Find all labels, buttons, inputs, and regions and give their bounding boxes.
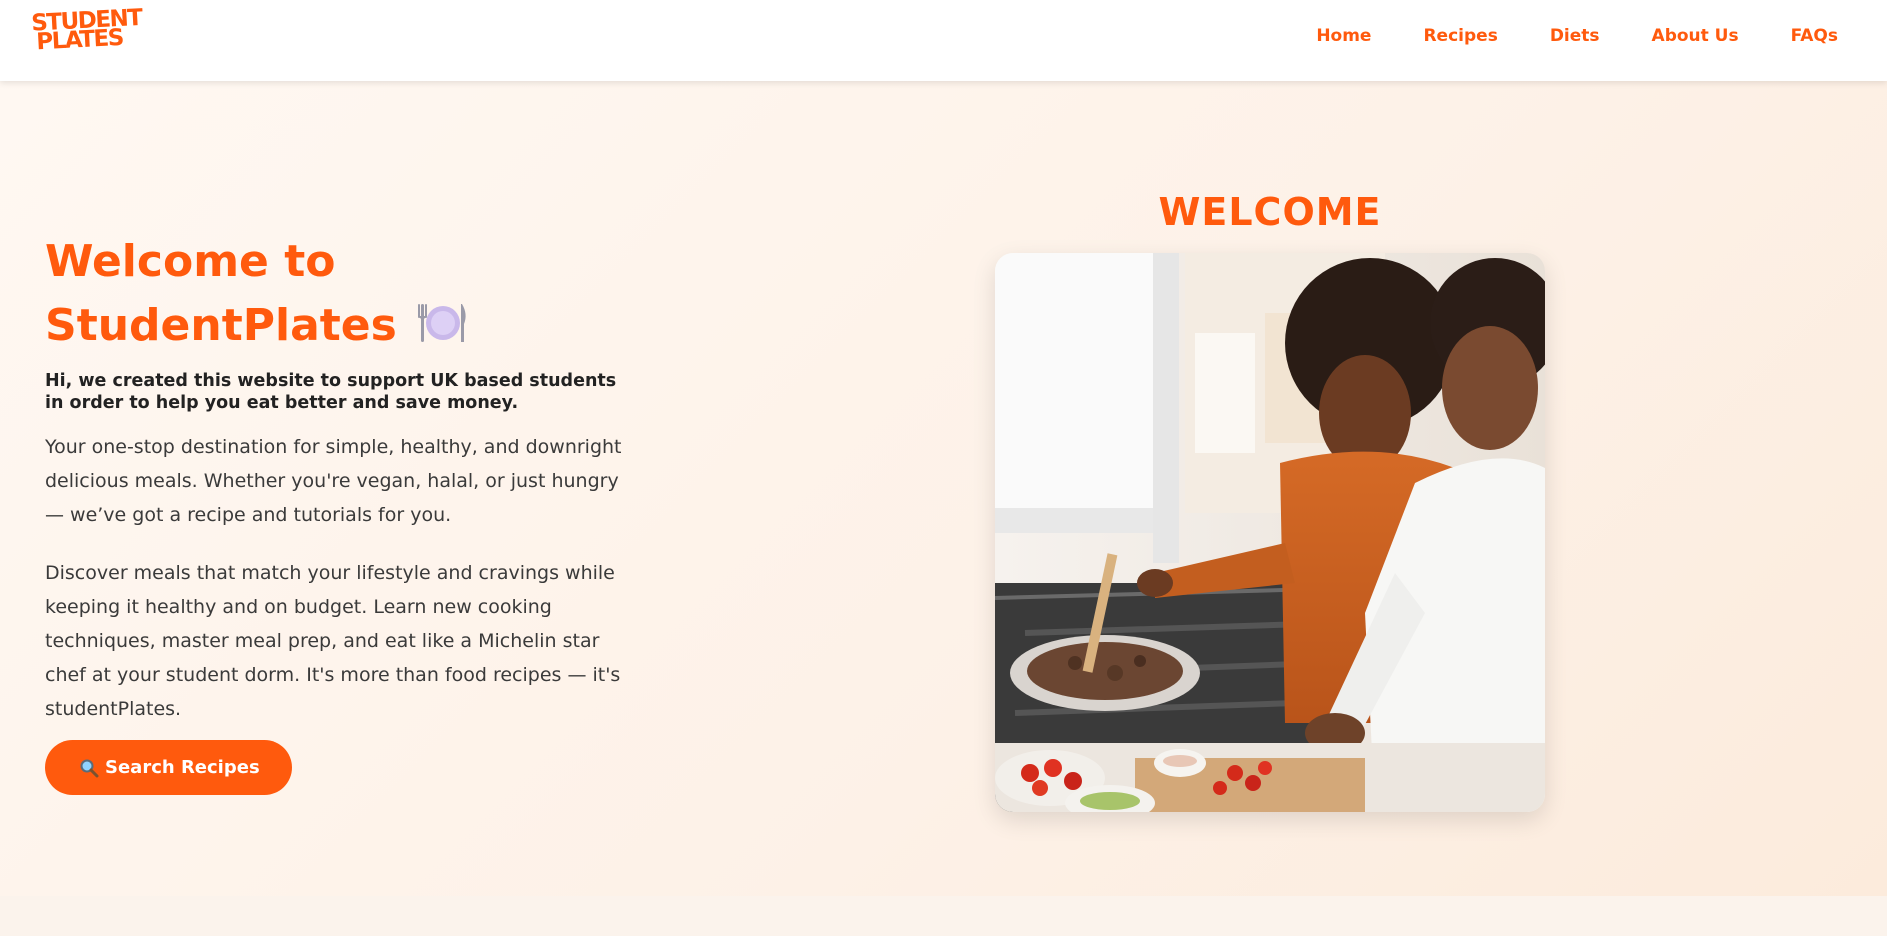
nav-faqs[interactable]: FAQs — [1791, 26, 1838, 46]
main-nav: Home Recipes Diets About Us FAQs — [1316, 26, 1838, 46]
nav-recipes[interactable]: Recipes — [1423, 26, 1497, 46]
hero-title-line-2: StudentPlates — [45, 300, 397, 351]
magnifying-glass-icon — [80, 759, 99, 777]
top-navbar: STUDENT PLATES Home Recipes Diets About … — [0, 0, 1887, 81]
fork-knife-plate-icon — [418, 304, 466, 342]
hero-paragraph-1: Your one-stop destination for simple, he… — [45, 436, 622, 526]
studentplates-logo[interactable]: STUDENT PLATES — [31, 5, 142, 58]
search-recipes-button[interactable]: Search Recipes — [45, 740, 292, 795]
hero-intro: Hi, we created this website to support U… — [45, 371, 617, 413]
welcome-heading: WELCOME — [1158, 190, 1382, 234]
logo-line-2: PLATES — [35, 24, 124, 56]
search-recipes-label: Search Recipes — [105, 757, 260, 778]
photo-couple-cooking — [995, 253, 1545, 812]
section-divider — [0, 896, 1887, 936]
hero-text-column: Welcome to StudentPlates Hi, we created … — [45, 230, 645, 795]
hero-title-line-1: Welcome to — [45, 236, 336, 287]
hero-paragraph-2: Discover meals that match your lifestyle… — [45, 562, 621, 720]
nav-about-us[interactable]: About Us — [1652, 26, 1739, 46]
hero-title: Welcome to StudentPlates — [45, 230, 645, 358]
nav-home[interactable]: Home — [1316, 26, 1371, 46]
nav-diets[interactable]: Diets — [1550, 26, 1600, 46]
